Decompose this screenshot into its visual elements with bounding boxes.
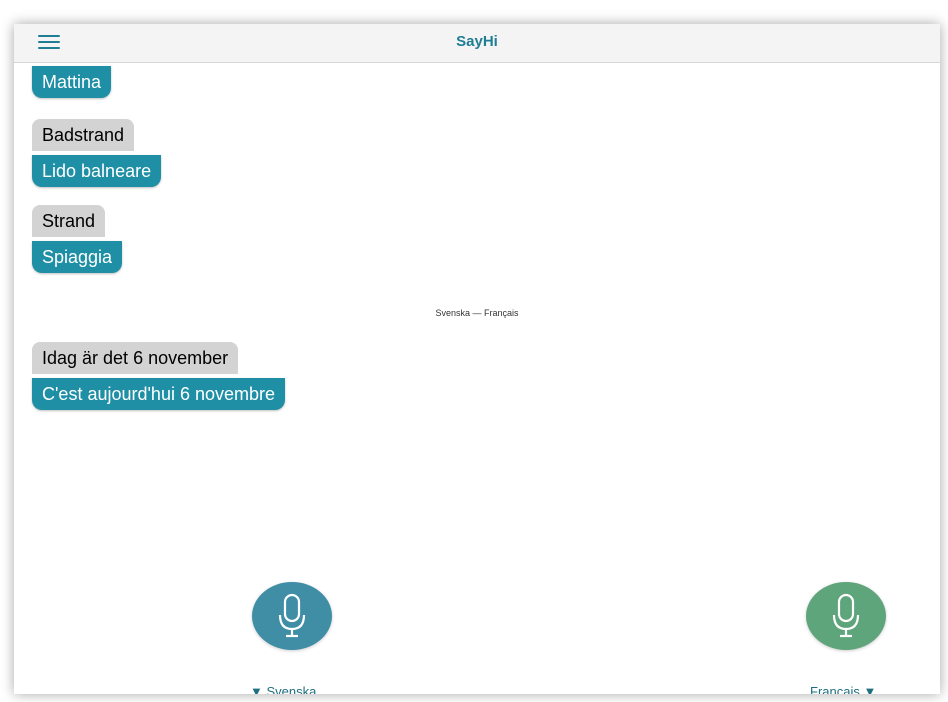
swedish-mic-button[interactable] <box>252 582 332 650</box>
french-mic-button[interactable] <box>806 582 886 650</box>
microphone-icon <box>278 593 306 638</box>
source-bubble[interactable]: Idag är det 6 november <box>32 342 239 374</box>
source-bubble[interactable]: Badstrand <box>32 119 135 151</box>
source-bubble[interactable]: Strand <box>32 205 106 237</box>
microphone-icon <box>832 593 860 638</box>
app-title: SayHi <box>456 33 498 50</box>
translation-bubble[interactable]: Lido balneare <box>32 155 162 187</box>
app-screen: SayHi Mattina Badstrand Lido balneare St… <box>14 24 940 694</box>
language-pair-divider: Svenska — Français <box>435 308 519 318</box>
translation-bubble[interactable]: C'est aujourd'hui 6 novembre <box>32 378 286 410</box>
top-bar: SayHi <box>14 24 940 63</box>
translation-bubble[interactable]: Spiaggia <box>32 241 123 273</box>
swedish-language-selector[interactable]: ▼ Svenska <box>250 684 316 694</box>
translation-bubble[interactable]: Mattina <box>32 66 112 98</box>
french-language-selector[interactable]: Français ▼ <box>810 684 876 694</box>
